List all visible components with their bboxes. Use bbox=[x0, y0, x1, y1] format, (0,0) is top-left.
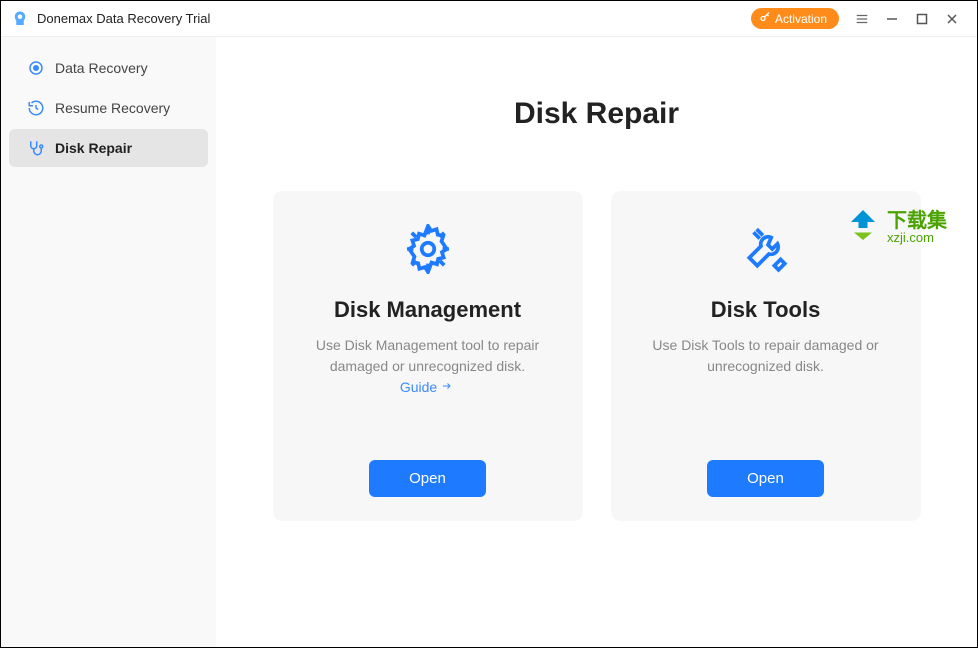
card-title: Disk Management bbox=[334, 297, 521, 323]
maximize-button[interactable] bbox=[907, 5, 937, 33]
open-disk-tools-button[interactable]: Open bbox=[707, 460, 824, 497]
activation-button[interactable]: Activation bbox=[751, 8, 839, 29]
target-icon bbox=[27, 59, 45, 77]
sidebar: Data Recovery Resume Recovery Disk Repai… bbox=[1, 37, 216, 647]
gear-icon bbox=[400, 221, 456, 277]
clock-rotate-icon bbox=[27, 99, 45, 117]
arrow-right-icon bbox=[439, 379, 455, 395]
open-disk-management-button[interactable]: Open bbox=[369, 460, 486, 497]
guide-link[interactable]: Guide bbox=[400, 379, 455, 395]
titlebar: Donemax Data Recovery Trial Activation bbox=[1, 1, 977, 37]
sidebar-item-label: Data Recovery bbox=[55, 60, 148, 76]
card-disk-management: Disk Management Use Disk Management tool… bbox=[273, 191, 583, 521]
sidebar-item-label: Disk Repair bbox=[55, 140, 132, 156]
minimize-button[interactable] bbox=[877, 5, 907, 33]
sidebar-item-data-recovery[interactable]: Data Recovery bbox=[9, 49, 208, 87]
tools-icon bbox=[738, 221, 794, 277]
page-title: Disk Repair bbox=[514, 97, 679, 131]
close-button[interactable] bbox=[937, 5, 967, 33]
card-disk-tools: Disk Tools Use Disk Tools to repair dama… bbox=[611, 191, 921, 521]
stethoscope-icon bbox=[27, 139, 45, 157]
card-title: Disk Tools bbox=[711, 297, 821, 323]
key-icon bbox=[759, 11, 771, 26]
card-description: Use Disk Management tool to repair damag… bbox=[297, 335, 559, 377]
sidebar-item-label: Resume Recovery bbox=[55, 100, 170, 116]
menu-button[interactable] bbox=[847, 5, 877, 33]
sidebar-item-disk-repair[interactable]: Disk Repair bbox=[9, 129, 208, 167]
app-title: Donemax Data Recovery Trial bbox=[37, 11, 751, 26]
sidebar-item-resume-recovery[interactable]: Resume Recovery bbox=[9, 89, 208, 127]
main-content: Disk Repair Disk Management Use Disk Man… bbox=[216, 37, 977, 647]
card-description: Use Disk Tools to repair damaged or unre… bbox=[635, 335, 897, 377]
app-logo-icon bbox=[11, 10, 29, 28]
cards-row: Disk Management Use Disk Management tool… bbox=[273, 191, 921, 521]
